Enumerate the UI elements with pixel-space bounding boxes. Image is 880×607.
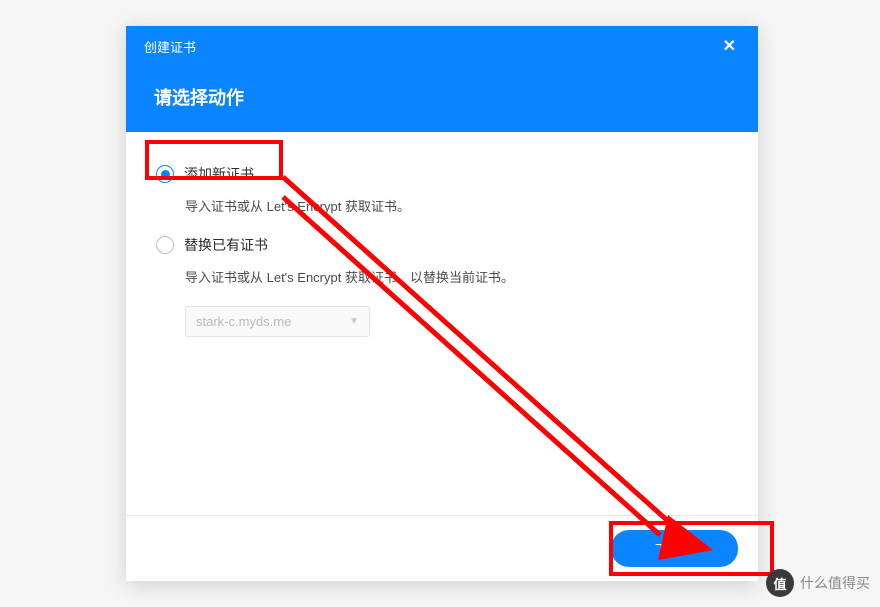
modal-body: 添加新证书 导入证书或从 Let's Encrypt 获取证书。 替换已有证书 … bbox=[126, 132, 758, 515]
modal-header: 创建证书 ✕ bbox=[126, 26, 758, 66]
radio-unselected-icon bbox=[156, 236, 174, 254]
watermark-text: 什么值得买 bbox=[800, 573, 870, 593]
radio-selected-icon bbox=[156, 165, 174, 183]
modal-footer: 下一步 bbox=[126, 515, 758, 581]
create-cert-modal: 创建证书 ✕ 请选择动作 添加新证书 导入证书或从 Let's Encrypt … bbox=[126, 26, 758, 581]
modal-breadcrumb: 创建证书 bbox=[144, 37, 196, 56]
radio-label: 添加新证书 bbox=[184, 164, 254, 184]
next-button[interactable]: 下一步 bbox=[611, 530, 738, 567]
radio-add-new-cert[interactable]: 添加新证书 bbox=[156, 164, 728, 184]
radio-label: 替换已有证书 bbox=[184, 235, 268, 255]
watermark-logo: 值 bbox=[766, 569, 794, 597]
cert-domain-select: stark-c.myds.me ▼ bbox=[185, 306, 370, 337]
close-icon[interactable]: ✕ bbox=[719, 36, 740, 56]
modal-title: 请选择动作 bbox=[126, 66, 758, 132]
dropdown-value: stark-c.myds.me bbox=[196, 314, 291, 329]
option2-desc: 导入证书或从 Let's Encrypt 获取证书，以替换当前证书。 bbox=[185, 267, 728, 286]
option1-desc: 导入证书或从 Let's Encrypt 获取证书。 bbox=[185, 196, 728, 215]
chevron-down-icon: ▼ bbox=[349, 316, 359, 327]
radio-replace-cert[interactable]: 替换已有证书 bbox=[156, 235, 728, 255]
watermark: 值 什么值得买 bbox=[766, 569, 870, 597]
